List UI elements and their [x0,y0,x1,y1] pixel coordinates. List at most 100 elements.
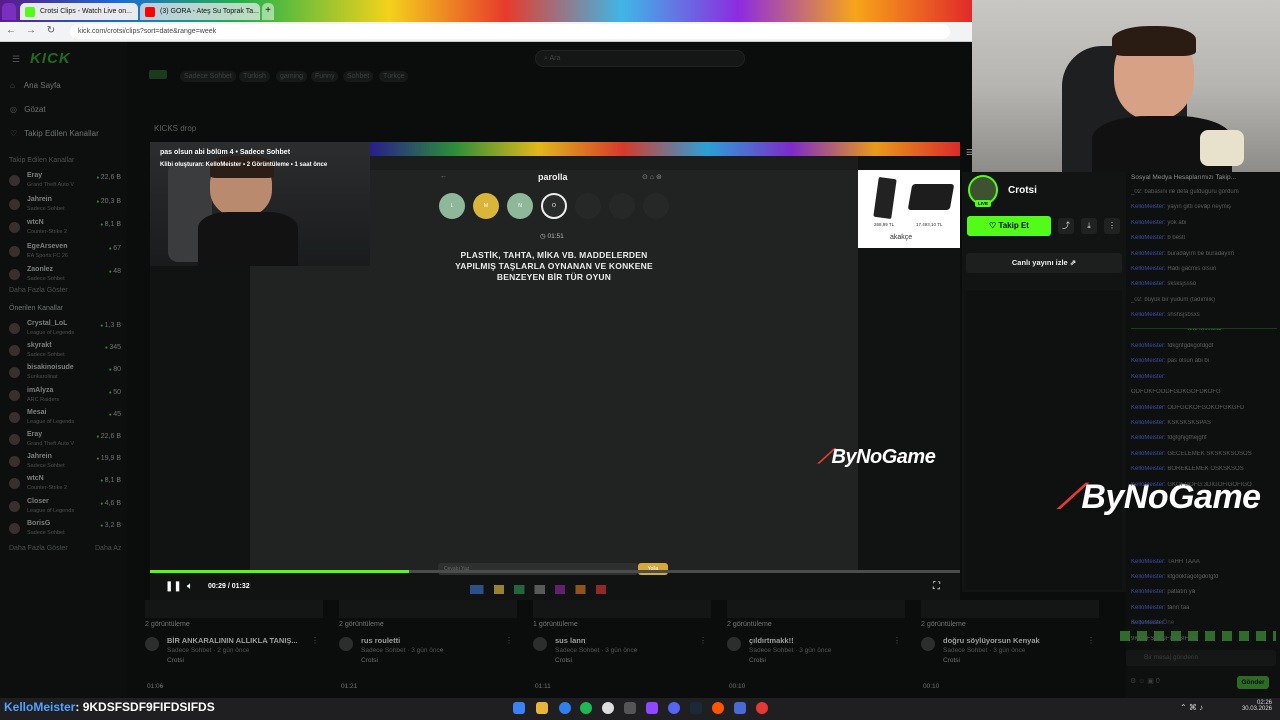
volume-icon[interactable]: 🔈︎ [187,581,193,592]
clip-menu-icon[interactable]: ⋮ [1087,636,1095,645]
clip-author[interactable]: Crotsi [555,657,572,664]
show-less[interactable]: Daha Az [95,545,121,552]
channel-name[interactable]: Crotsi [1008,185,1037,196]
nav-home[interactable]: ⌂ Ana Sayfa [10,81,61,90]
chat-tools-icon[interactable]: ⚙ ☺ ▣ 0 [1130,677,1160,685]
clip-menu-icon[interactable]: ⋮ [311,636,319,645]
tag-chip[interactable]: Funny [311,71,339,82]
browser-tab-kick[interactable]: Crotsi Clips - Watch Live on... [20,3,138,20]
clip-thumbnail[interactable] [727,600,905,618]
obs-icon[interactable] [602,702,614,714]
discord-icon[interactable] [668,702,680,714]
twitch-icon[interactable] [646,702,658,714]
browser-tab-youtube[interactable]: (3) GORA - Ateş Su Toprak Ta... [140,3,260,20]
clip-card[interactable]: 2 görüntüleme BİR ANKARALININ ALLIKLA TAN… [145,600,323,690]
clip-card[interactable]: 2 görüntüleme çıldırtmakk!! Sadece Sohbet … [727,600,905,690]
show-more-followed[interactable]: Daha Fazla Göster [9,287,68,294]
show-more-recommended[interactable]: Daha Fazla Göster [9,545,68,552]
chat-username[interactable]: KelloMeister: [1131,589,1166,595]
chat-username[interactable]: KelloMeister: [1131,405,1166,411]
back-icon[interactable]: ← [4,25,18,36]
clip-title[interactable]: BİR ANKARALININ ALLIKLA TANIŞ... [167,636,298,645]
chat-username[interactable]: KelloMeister: [1131,204,1166,210]
new-tab-button[interactable]: + [262,3,274,20]
chat-username[interactable]: KelloMeister: [1131,281,1166,287]
url-field[interactable]: kick.com/crotsi/clips?sort=date&range=we… [70,24,950,39]
chat-username[interactable]: KelloMeister: [1131,451,1166,457]
clip-menu-icon[interactable]: ⋮ [505,636,513,645]
more-icon[interactable]: ⋮ [1104,218,1120,234]
download-icon[interactable]: ⤓ [1081,218,1097,234]
pause-icon[interactable]: ❚❚ [165,581,182,592]
tag-chip[interactable]: Sohbet [343,71,374,82]
tag-chip[interactable]: Sadece Sohbet [180,71,236,82]
chat-username[interactable]: KelloMeister: [1131,220,1166,226]
channel-row[interactable]: wtcN Counter-Strike 2 8,1 B [9,475,121,495]
channel-row[interactable]: Zaonlez Sadece Sohbet 48 [9,266,121,286]
reload-icon[interactable]: ↻ [44,25,58,36]
chat-input[interactable]: Bir mesaj gönderin [1126,650,1276,666]
chat-username[interactable]: KelloMeister: [1131,358,1166,364]
search-input[interactable]: ⌕ Ara [535,50,745,67]
clip-author[interactable]: Crotsi [749,657,766,664]
clip-card[interactable]: 2 görüntüleme doğru söylüyorsun Kenyak Sad… [921,600,1099,690]
clip-thumbnail[interactable] [339,600,517,618]
clip-thumbnail[interactable] [533,600,711,618]
kick-logo[interactable]: KICK [30,50,71,67]
tag-chip[interactable]: Türkçe [379,71,409,82]
chat-username[interactable]: KelloMeister: [1131,343,1166,349]
channel-row[interactable]: Closer League of Legends 4,6 B [9,498,121,518]
clip-card[interactable]: 2 görüntüleme rus rouletti Sadece Sohbet ·… [339,600,517,690]
steam-icon[interactable] [690,702,702,714]
forward-icon[interactable]: → [24,25,38,36]
browser-icon[interactable] [712,702,724,714]
clip-card[interactable]: 1 görüntüleme sus lann Sadece Sohbet · 3 g… [533,600,711,690]
clip-title[interactable]: rus rouletti [361,636,400,645]
app2-icon[interactable] [756,702,768,714]
tray-icons[interactable]: ⌃ ⌘ ♪ [1180,703,1203,712]
channel-row[interactable]: Jahrein Sadece Sohbet 19,9 B [9,453,121,473]
clip-title[interactable]: sus lann [555,636,585,645]
clip-menu-icon[interactable]: ⋮ [699,636,707,645]
channel-row[interactable]: Mesai League of Legends 45 [9,409,121,429]
channel-row[interactable]: Eray Grand Theft Auto V 22,6 B [9,172,121,192]
nav-following[interactable]: ♡ Takip Edilen Kanallar [10,129,99,138]
profile-icon[interactable] [2,3,16,20]
chat-username[interactable]: KelloMeister: [1131,420,1166,426]
chat-username[interactable]: KelloMeister: [1131,574,1166,580]
tag-chip[interactable]: Türkish [239,71,270,82]
chat-username[interactable]: KelloMeister: [1131,235,1166,241]
channel-row[interactable]: Eray Grand Theft Auto V 22,6 B [9,431,121,451]
file-explorer-icon[interactable] [536,702,548,714]
chrome-icon[interactable] [559,702,571,714]
channel-row[interactable]: EgeArseven EA Sports FC 26 67 [9,243,121,263]
spotify-icon[interactable] [580,702,592,714]
clip-author[interactable]: Crotsi [167,657,184,664]
clip-menu-icon[interactable]: ⋮ [893,636,901,645]
clip-author[interactable]: Crotsi [361,657,378,664]
clip-author[interactable]: Crotsi [943,657,960,664]
follow-button[interactable]: ♡ Takip Et [967,216,1051,236]
chat-username[interactable]: KelloMeister: [1131,435,1166,441]
send-button[interactable]: Gönder [1237,676,1269,689]
channel-row[interactable]: bisakinoisude Sunkarolinat 80 [9,364,121,384]
chat-username[interactable]: KelloMeister: [1131,266,1166,272]
chat-username[interactable]: KelloMeister: [1131,620,1166,626]
clip-title[interactable]: doğru söylüyorsun Kenyak [943,636,1040,645]
clip-title[interactable]: çıldırtmakk!! [749,636,794,645]
watch-live-button[interactable]: Canlı yayını izle ⇗ [966,253,1122,273]
chat-username[interactable]: KelloMeister: [1131,374,1166,380]
clock[interactable]: 02:26 30.03.2026 [1240,700,1272,712]
clip-thumbnail[interactable] [145,600,323,618]
settings-icon[interactable] [734,702,746,714]
clip-thumbnail[interactable] [921,600,1099,618]
chat-username[interactable]: KelloMeister: [1131,559,1166,565]
channel-row[interactable]: skyrakt Sadece Sohbet 345 [9,342,121,362]
channel-row[interactable]: wtcN Counter-Strike 2 8,1 B [9,219,121,239]
tag-chip[interactable]: gaming [276,71,307,82]
channel-row[interactable]: Crystal_LoL League of Legends 1,3 B [9,320,121,340]
chat-username[interactable]: KelloMeister: [1131,251,1166,257]
channel-row[interactable]: imAlyza ARC Raiders 50 [9,387,121,407]
chat-username[interactable]: KelloMeister: [1131,482,1166,488]
chat-username[interactable]: KelloMeister: [1131,312,1166,318]
